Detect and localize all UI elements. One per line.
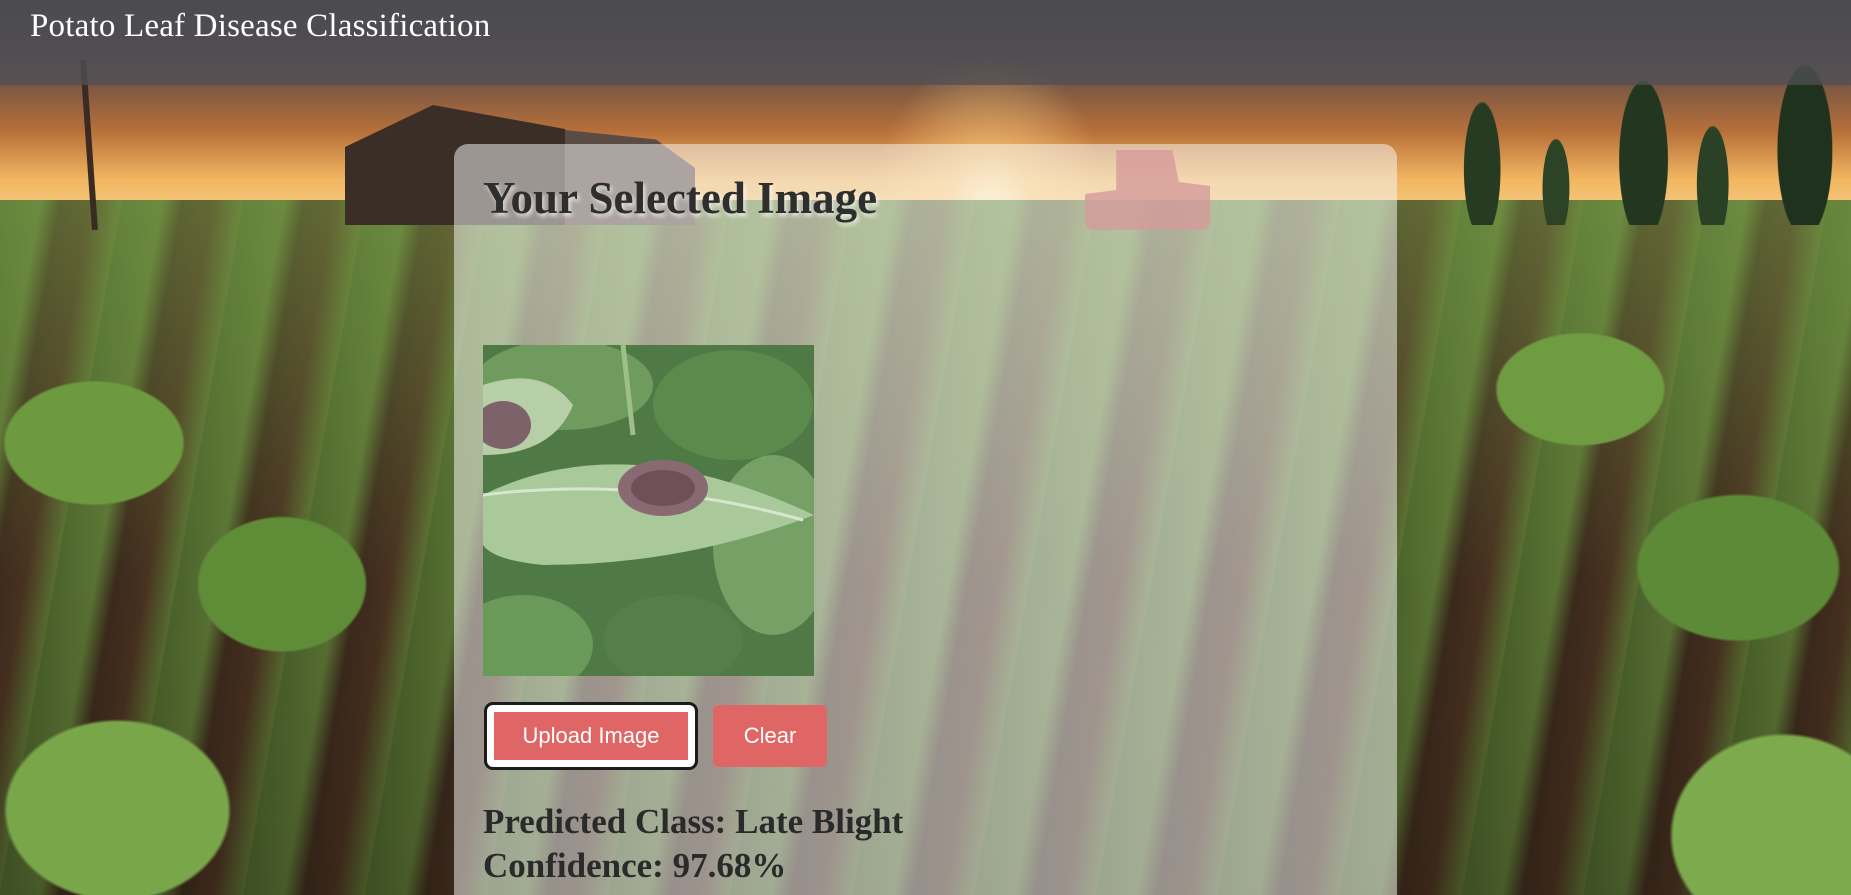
selected-leaf-image: [483, 345, 814, 676]
confidence-line: Confidence: 97.68%: [483, 844, 903, 888]
leaf-photo: [483, 345, 814, 676]
prediction-result: Predicted Class: Late Blight Confidence:…: [483, 800, 903, 888]
selected-image-heading: Your Selected Image: [483, 173, 878, 223]
app-title: Potato Leaf Disease Classification: [30, 8, 491, 44]
confidence-label: Confidence:: [483, 846, 664, 885]
top-header: Potato Leaf Disease Classification: [0, 0, 1851, 85]
predicted-class-line: Predicted Class: Late Blight: [483, 800, 903, 844]
prediction-card: Your Selected Image Upload Image Clear P…: [454, 144, 1397, 895]
potato-plants-left: [0, 330, 470, 895]
predicted-class-value: Late Blight: [735, 802, 904, 841]
action-buttons: Upload Image Clear: [484, 702, 827, 770]
clear-button[interactable]: Clear: [713, 705, 827, 767]
confidence-value: 97.68%: [672, 846, 787, 885]
upload-image-button[interactable]: Upload Image: [484, 702, 698, 770]
potato-plants-right: [1400, 300, 1851, 895]
predicted-class-label: Predicted Class:: [483, 802, 727, 841]
